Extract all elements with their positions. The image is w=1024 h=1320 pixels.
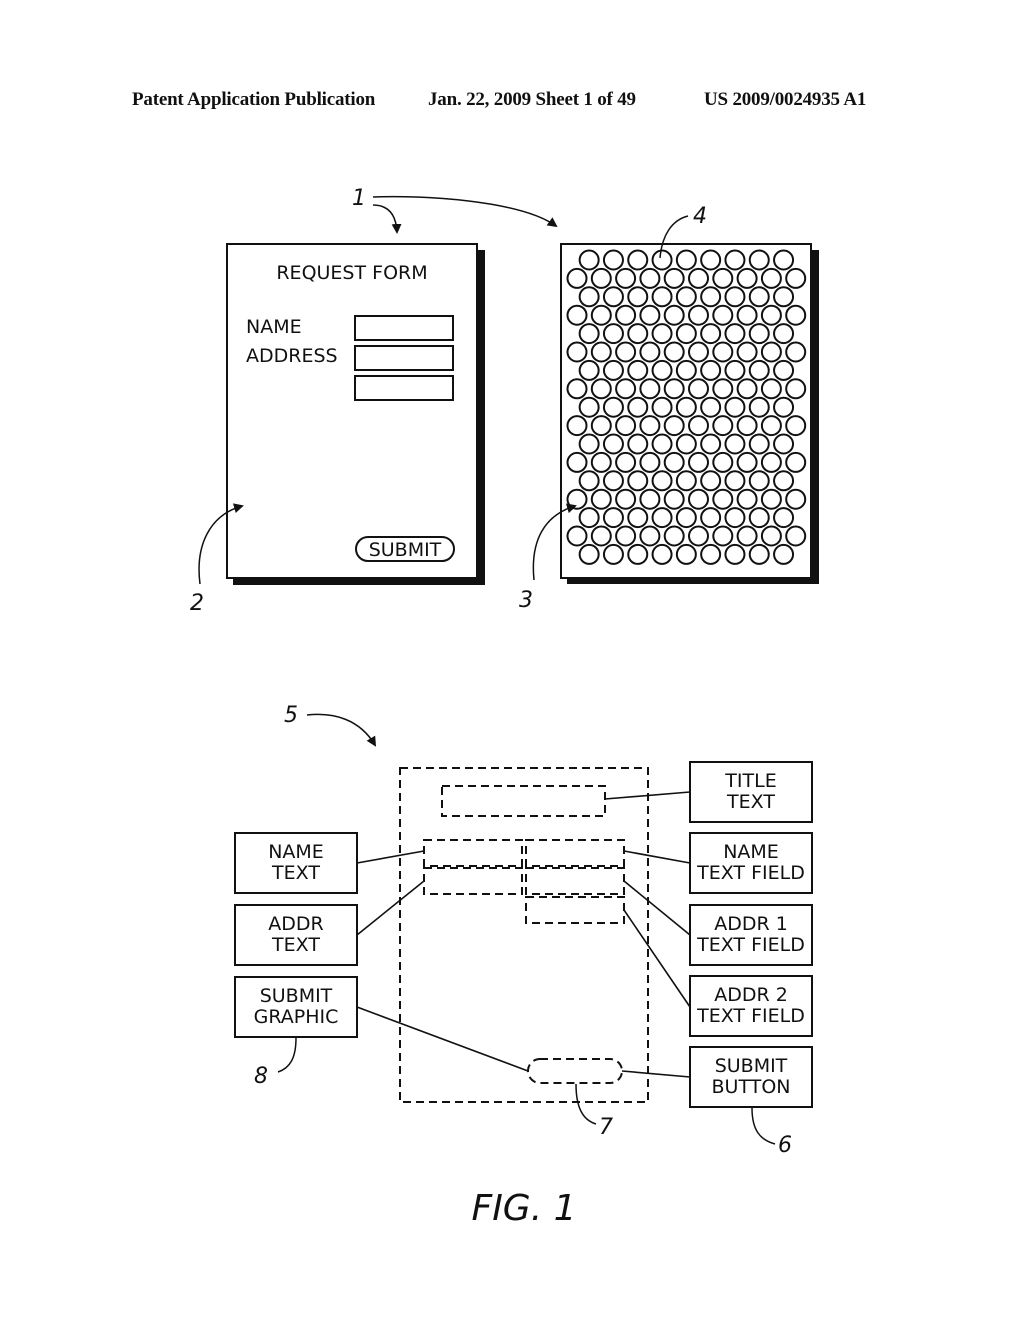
form-address2-field[interactable] [354, 375, 454, 401]
ref-label-7: 7 [599, 1115, 613, 1140]
name-text-field-line-2: TEXT FIELD [696, 862, 805, 884]
addr2-text-field-line-1: ADDR 2 [714, 984, 788, 1006]
form-page-border [226, 243, 478, 579]
connector-addr2-field [623, 909, 691, 1008]
form-title: REQUEST FORM [276, 262, 427, 284]
leader-line-7 [575, 1083, 597, 1125]
figure-caption: FIG. 1 [471, 1188, 576, 1229]
figure-canvas: 1 REQUEST FORM NAME ADDRESS SUBMIT 2 4 3… [190, 186, 819, 1229]
bottom-figure: 5 NAMETEXTADDRTEXTSUBMITGRAPHIC TITLETEX… [234, 703, 813, 1158]
submit-graphic-line-1: SUBMIT [260, 985, 333, 1007]
addr2-text-field-line-2: TEXT FIELD [696, 1005, 805, 1027]
title-zone [441, 785, 606, 817]
title-text-box: TITLETEXT [689, 761, 813, 823]
submit-button-line-1: SUBMIT [715, 1055, 788, 1077]
name-text-zone [423, 839, 523, 867]
submit-button-box: SUBMITBUTTON [689, 1046, 813, 1108]
form-submit-label: SUBMIT [369, 539, 442, 561]
submit-graphic-line-2: GRAPHIC [254, 1006, 339, 1028]
connector-name-text [356, 850, 425, 864]
dot-pattern-page [560, 243, 819, 584]
leader-arrow-5 [306, 713, 377, 747]
top-figure: 1 REQUEST FORM NAME ADDRESS SUBMIT 2 4 3 [190, 186, 819, 616]
ref-label-6: 6 [778, 1133, 792, 1158]
ref-label-3: 3 [519, 588, 533, 613]
left-boxes: NAMETEXTADDRTEXTSUBMITGRAPHIC [234, 832, 358, 1038]
addr-text-line-1: ADDR [268, 913, 323, 935]
right-boxes: TITLETEXTNAMETEXT FIELDADDR 1TEXT FIELDA… [689, 761, 813, 1108]
connector-lines [356, 791, 691, 1078]
addr1-text-field-line-2: TEXT FIELD [696, 934, 805, 956]
form-address1-field[interactable] [354, 345, 454, 371]
name-text-box: NAMETEXT [234, 832, 358, 894]
page-description-zones [399, 767, 649, 1103]
addr1-text-field-line-1: ADDR 1 [714, 913, 788, 935]
addr1-field-zone [525, 867, 625, 895]
form-page: REQUEST FORM NAME ADDRESS SUBMIT [226, 243, 485, 585]
form-name-field[interactable] [354, 315, 454, 341]
name-field-zone [525, 839, 625, 867]
connector-addr1-field [623, 880, 691, 936]
title-text-line-2: TEXT [726, 791, 775, 813]
name-text-line-2: TEXT [271, 862, 320, 884]
title-text-line-1: TITLE [724, 770, 776, 792]
connector-addr-text [356, 880, 425, 936]
ref-label-5: 5 [284, 703, 298, 728]
name-text-field-box: NAMETEXT FIELD [689, 832, 813, 894]
ref-label-1: 1 [352, 186, 366, 211]
addr2-text-field-box: ADDR 2TEXT FIELD [689, 975, 813, 1037]
leader-arrow-1-to-form [372, 204, 402, 234]
ref-label-4: 4 [693, 204, 707, 229]
addr2-field-zone [525, 896, 625, 924]
ref-label-8: 8 [254, 1064, 268, 1089]
addr-text-line-2: TEXT [271, 934, 320, 956]
submit-graphic-box: SUBMITGRAPHIC [234, 976, 358, 1038]
leader-line-8 [277, 1037, 297, 1073]
addr-text-box: ADDRTEXT [234, 904, 358, 966]
connector-name-field [623, 850, 691, 864]
submit-button-line-2: BUTTON [712, 1076, 791, 1098]
leader-line-6 [751, 1107, 776, 1145]
page-zone [399, 767, 649, 1103]
form-name-label: NAME [246, 316, 302, 338]
connector-submit-button [621, 1070, 691, 1078]
addr1-text-field-box: ADDR 1TEXT FIELD [689, 904, 813, 966]
connector-submit-graphic [356, 1006, 529, 1072]
name-text-field-line-1: NAME [723, 841, 779, 863]
form-submit-button[interactable]: SUBMIT [355, 536, 455, 562]
ref-label-2: 2 [190, 591, 204, 616]
leader-arrow-1-to-dot-page [372, 195, 558, 228]
submit-zone [527, 1058, 623, 1084]
name-text-line-1: NAME [268, 841, 324, 863]
addr-text-zone [423, 867, 523, 895]
form-address-label: ADDRESS [246, 345, 338, 367]
